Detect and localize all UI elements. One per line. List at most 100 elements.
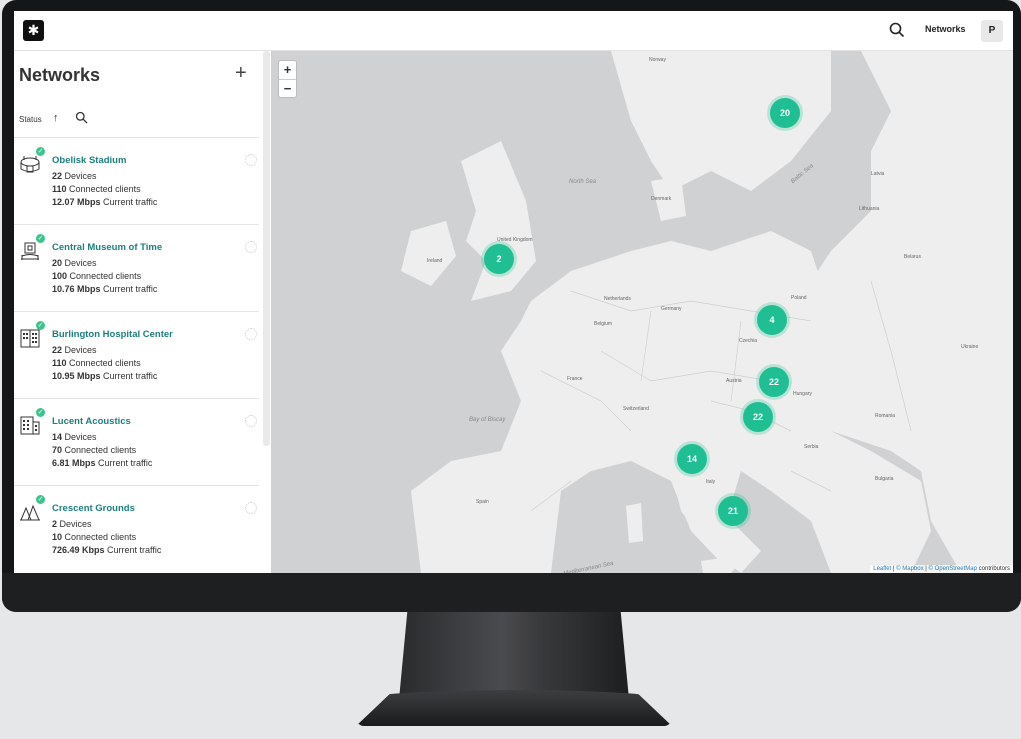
network-name[interactable]: Lucent Acoustics [52,416,131,427]
devices-count: 22 [52,345,63,355]
osm-link[interactable]: © OpenStreetMap [929,566,977,572]
map-label-bulgaria: Bulgaria [875,476,894,482]
clients-line: 10 Connected clients [52,532,136,542]
sort-arrow-up-icon[interactable]: ↑ [53,112,59,124]
map-label-serbia: Serbia [804,444,819,450]
top-bar: ✱ Networks P [14,11,1013,51]
clients-line: 100 Connected clients [52,271,141,281]
settings-gear-icon[interactable] [245,241,257,253]
devices-line: 22 Devices [52,171,97,181]
devices-label: Devices [64,345,97,355]
filter-search-icon[interactable] [75,111,88,124]
map-label-denmark: Denmark [651,196,672,202]
map-cluster-marker[interactable]: 14 [677,444,707,474]
map-label-netherlands: Netherlands [604,296,631,302]
map-label-north-sea: North Sea [569,179,597,185]
traffic-line: 12.07 Mbps Current traffic [52,197,157,207]
network-name[interactable]: Central Museum of Time [52,242,162,253]
traffic-label: Current traffic [103,284,158,294]
devices-label: Devices [64,258,97,268]
devices-count: 22 [52,171,63,181]
devices-label: Devices [59,519,92,529]
map-label-bay-of-biscay: Bay of Biscay [469,417,506,423]
traffic-line: 6.81 Mbps Current traffic [52,458,152,468]
map-cluster-marker[interactable]: 2 [484,244,514,274]
settings-gear-icon[interactable] [245,154,257,166]
network-name[interactable]: Obelisk Stadium [52,155,126,166]
map-label-poland: Poland [791,295,807,301]
clients-count: 10 [52,532,63,542]
map-cluster-marker[interactable]: 21 [718,496,748,526]
hospital-icon [20,329,40,348]
traffic-label: Current traffic [103,371,158,381]
map-cluster-marker[interactable]: 4 [757,305,787,335]
app-screen: ✱ Networks P Networks + Status ↑ ✓ Obeli… [14,11,1013,573]
online-check-icon: ✓ [36,321,45,330]
devices-line: 20 Devices [52,258,97,268]
devices-label: Devices [64,171,97,181]
clients-line: 110 Connected clients [52,184,141,194]
map-label-italy: Italy [706,479,716,485]
zoom-out-button[interactable]: − [279,80,296,98]
network-list-item[interactable]: ✓ Obelisk Stadium 22 Devices 110 Connect… [14,137,259,224]
attribution-suffix: contributors [978,566,1010,572]
traffic-line: 726.49 Kbps Current traffic [52,545,161,555]
clients-line: 110 Connected clients [52,358,141,368]
map-label-uk: United Kingdom [497,237,533,243]
map-label-switzerland: Switzerland [623,406,649,412]
devices-label: Devices [64,432,97,442]
search-icon[interactable] [888,21,906,39]
network-list-item[interactable]: ✓ Lucent Acoustics 14 Devices 70 Connect… [14,398,259,485]
network-name[interactable]: Burlington Hospital Center [52,329,173,340]
clients-label: Connected clients [69,271,142,281]
settings-gear-icon[interactable] [245,502,257,514]
map-basemap [271,51,1013,573]
network-list-item[interactable]: ✓ Crescent Grounds 2 Devices 10 Connecte… [14,485,259,572]
traffic-label: Current traffic [107,545,162,555]
networks-nav-link[interactable]: Networks [925,24,966,34]
map-label-czechia: Czechia [739,338,758,344]
network-list-item[interactable]: ✓ Burlington Hospital Center 22 Devices … [14,311,259,398]
clients-label: Connected clients [64,532,137,542]
map-attribution: Leaflet | © Mapbox | © OpenStreetMap con… [870,565,1013,573]
clients-line: 70 Connected clients [52,445,136,455]
mapbox-link[interactable]: © Mapbox [896,566,923,572]
logo-icon[interactable]: ✱ [23,20,44,41]
zoom-in-button[interactable]: + [279,61,296,80]
network-list-item[interactable]: ✓ Central Museum of Time 20 Devices 100 … [14,224,259,311]
add-network-button[interactable]: + [235,63,247,83]
page-title: Networks [19,65,101,85]
traffic-value: 726.49 Kbps [52,545,105,555]
clients-count: 110 [52,358,67,368]
stadium-icon [20,156,40,173]
online-check-icon: ✓ [36,147,45,156]
status-sort-label[interactable]: Status [19,115,42,124]
map-label-ireland: Ireland [427,258,443,264]
leaflet-link[interactable]: Leaflet [873,566,891,572]
settings-gear-icon[interactable] [245,415,257,427]
devices-count: 20 [52,258,63,268]
network-map[interactable]: North Sea Baltic Sea Bay of Biscay Medit… [271,51,1013,573]
sidebar-scrollbar[interactable] [263,51,270,446]
clients-label: Connected clients [64,445,137,455]
network-list: ✓ Obelisk Stadium 22 Devices 110 Connect… [14,137,259,572]
map-label-norway: Norway [649,57,666,63]
map-cluster-marker[interactable]: 20 [770,98,800,128]
traffic-value: 6.81 Mbps [52,458,96,468]
avatar[interactable]: P [981,20,1003,42]
traffic-value: 10.95 Mbps [52,371,101,381]
traffic-label: Current traffic [103,197,158,207]
devices-line: 14 Devices [52,432,97,442]
traffic-value: 12.07 Mbps [52,197,101,207]
settings-gear-icon[interactable] [245,328,257,340]
clients-count: 110 [52,184,67,194]
map-label-france: France [567,376,583,382]
network-name[interactable]: Crescent Grounds [52,503,135,514]
map-label-germany: Germany [661,306,682,312]
map-label-spain: Spain [476,499,489,505]
map-cluster-marker[interactable]: 22 [759,367,789,397]
clients-count: 100 [52,271,68,281]
map-cluster-marker[interactable]: 22 [743,402,773,432]
monitor-chin [2,573,1021,612]
online-check-icon: ✓ [36,408,45,417]
